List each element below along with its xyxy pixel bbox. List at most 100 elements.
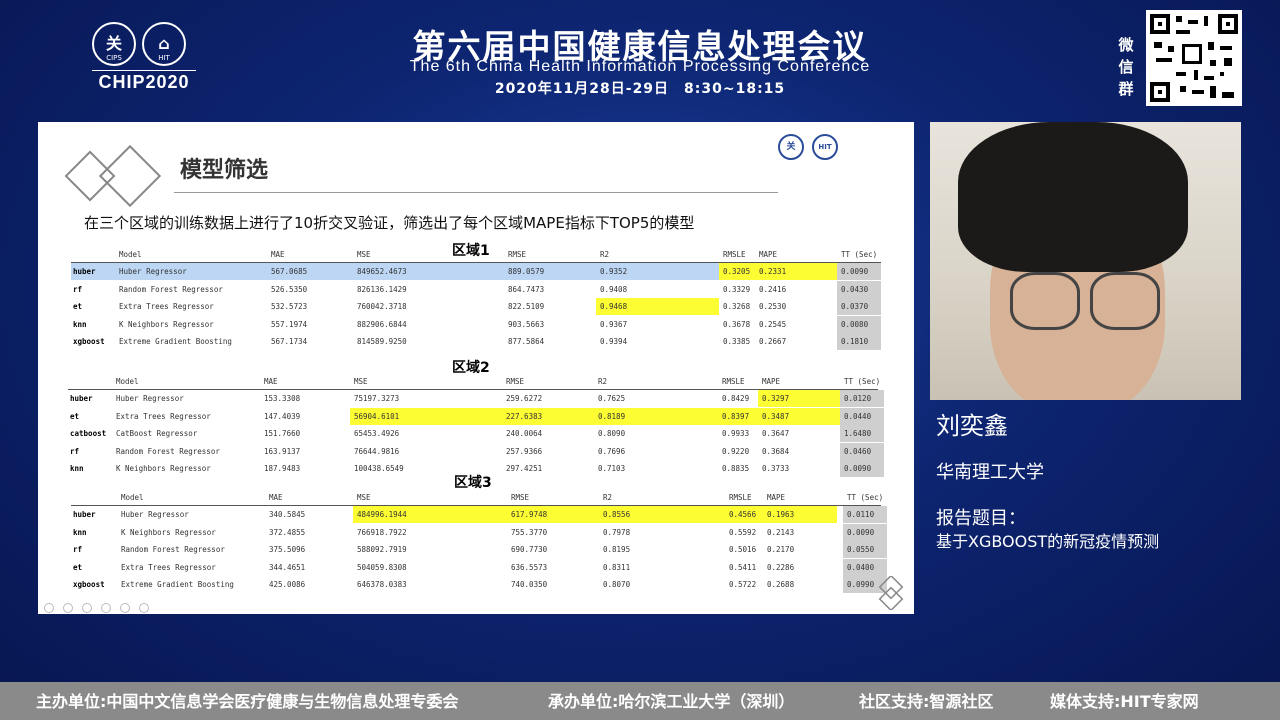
table-cell: 75197.3273 bbox=[354, 394, 400, 403]
table-cell: 0.3733 bbox=[762, 464, 790, 473]
table-row: rf Random Forest Regressor 526.5350 826136.… bbox=[71, 280, 881, 298]
table-cell: 889.0579 bbox=[508, 267, 545, 276]
table-cell: 877.5864 bbox=[508, 337, 545, 346]
table-cell: 0.8397 bbox=[722, 411, 750, 421]
table-cell: 822.5109 bbox=[508, 302, 545, 311]
speaker-hair bbox=[958, 122, 1188, 272]
table-cell: 766918.7922 bbox=[357, 527, 407, 537]
table-cell: 0.9367 bbox=[600, 319, 628, 329]
next-icon[interactable] bbox=[63, 603, 74, 613]
column-header: Model bbox=[116, 377, 139, 386]
table-cell: Huber Regressor bbox=[121, 510, 189, 519]
table-cell: 0.0090 bbox=[841, 267, 869, 276]
glasses-icon bbox=[1090, 272, 1160, 330]
table-cell: 297.4251 bbox=[506, 464, 543, 473]
row-index: xgboost bbox=[73, 337, 105, 346]
column-header: RMSLE bbox=[722, 377, 745, 386]
column-header: R2 bbox=[600, 250, 610, 259]
table-cell: 100438.6549 bbox=[354, 464, 404, 473]
table-cell: 814589.9250 bbox=[357, 337, 407, 346]
table-cell: Extreme Gradient Boosting bbox=[119, 337, 232, 346]
logo-divider bbox=[92, 70, 196, 71]
column-header: R2 bbox=[598, 377, 608, 386]
table-cell: 259.6272 bbox=[506, 394, 543, 403]
chip-logo-text: CHIP2020 bbox=[98, 72, 190, 92]
speaker-name: 刘奕鑫 bbox=[936, 412, 1008, 440]
glasses-icon bbox=[1010, 272, 1080, 330]
title-divider bbox=[174, 192, 778, 193]
table-cell: 760042.3718 bbox=[357, 302, 407, 311]
row-index: et bbox=[70, 411, 80, 421]
speaker-video bbox=[930, 122, 1241, 400]
table-cell: 826136.1429 bbox=[357, 284, 407, 294]
table-cell: 240.0064 bbox=[506, 429, 543, 438]
table-row: rf Random Forest Regressor 375.5096 588092.… bbox=[71, 541, 887, 558]
table-cell: 755.3770 bbox=[511, 527, 548, 537]
table-cell: 0.2545 bbox=[759, 319, 787, 329]
zoom-icon[interactable] bbox=[120, 603, 131, 613]
table-row: et Extra Trees Regressor 344.4651 504059.83… bbox=[71, 558, 887, 576]
table-cell: 0.9352 bbox=[600, 267, 628, 276]
table-cell: Extra Trees Regressor bbox=[119, 302, 214, 311]
table-cell: 0.2286 bbox=[767, 562, 795, 572]
chip-logo: 关 CIPS ⌂ HIT CHIP2020 bbox=[88, 22, 200, 94]
table-cell: 636.5573 bbox=[511, 562, 548, 572]
corner-decoration-icon bbox=[878, 576, 904, 610]
table-cell: 0.1963 bbox=[767, 510, 795, 519]
table-cell: 0.8311 bbox=[603, 562, 631, 572]
table-cell: 375.5096 bbox=[269, 545, 306, 554]
table-cell: 0.0430 bbox=[841, 284, 869, 294]
table-cell: 0.5722 bbox=[729, 580, 757, 589]
organizer-text: 主办单位:中国中文信息学会医疗健康与生物信息处理专委会 bbox=[36, 692, 459, 711]
table-cell: 0.3329 bbox=[723, 284, 751, 294]
table-cell: 504059.8308 bbox=[357, 562, 407, 572]
table-cell: 0.2688 bbox=[767, 580, 795, 589]
more-options-icon[interactable] bbox=[139, 603, 150, 613]
table-cell: 0.8070 bbox=[603, 580, 631, 589]
row-index: rf bbox=[70, 446, 80, 456]
row-index: xgboost bbox=[73, 580, 105, 589]
wechat-group-label: 微信群 bbox=[1118, 36, 1134, 98]
column-header: MSE bbox=[357, 493, 371, 502]
table-row: et Extra Trees Regressor 532.5723 760042.37… bbox=[71, 298, 881, 315]
column-header: MAE bbox=[264, 377, 278, 386]
table-row: rf Random Forest Regressor 163.9137 76644.9… bbox=[68, 442, 884, 460]
region-label: 区域3 bbox=[454, 475, 492, 491]
table-cell: 0.8556 bbox=[603, 510, 631, 519]
table-row: huber Huber Regressor 340.5845 484996.1944 6… bbox=[71, 506, 887, 523]
previous-icon[interactable] bbox=[44, 603, 54, 613]
table-cell: 0.8835 bbox=[722, 464, 750, 473]
column-header: MAPE bbox=[767, 493, 786, 502]
region-label: 区域2 bbox=[452, 360, 490, 376]
qr-code-icon bbox=[1146, 10, 1242, 106]
table-cell: 0.0090 bbox=[847, 527, 875, 537]
table-cell: 484996.1944 bbox=[357, 510, 407, 519]
table-cell: 0.2143 bbox=[767, 527, 795, 537]
table-cell: 557.1974 bbox=[271, 319, 308, 329]
slides-icon[interactable] bbox=[101, 603, 112, 613]
table-cell: 1.6480 bbox=[844, 429, 872, 438]
column-header: MAPE bbox=[762, 377, 781, 386]
table-cell: 0.3385 bbox=[723, 337, 751, 346]
table-cell: 0.7103 bbox=[598, 464, 626, 473]
column-header: R2 bbox=[603, 493, 613, 502]
table-cell: 0.8429 bbox=[722, 394, 750, 403]
table-cell: 425.0086 bbox=[269, 580, 306, 589]
table-cell: 646378.0383 bbox=[357, 580, 407, 589]
column-header: Model bbox=[119, 250, 142, 259]
table-cell: 0.3487 bbox=[762, 411, 790, 421]
pen-icon[interactable] bbox=[82, 603, 93, 613]
table-cell: 849652.4673 bbox=[357, 267, 407, 276]
hit-logo-icon: HIT bbox=[812, 134, 838, 160]
slide-toolbar bbox=[44, 598, 153, 613]
table-row: xgboost Extreme Gradient Boosting 425.0086… bbox=[71, 576, 887, 593]
conference-subtitle: The 6th China Health Information Process… bbox=[409, 58, 871, 75]
table-cell: 0.9933 bbox=[722, 429, 750, 438]
hit-logo-icon: ⌂ HIT bbox=[142, 22, 186, 66]
table-cell: 0.0120 bbox=[844, 394, 872, 403]
table-cell: 0.0440 bbox=[844, 411, 872, 421]
table-cell: 526.5350 bbox=[271, 284, 308, 294]
column-header: TT (Sec) bbox=[847, 493, 884, 502]
slide-description: 在三个区域的训练数据上进行了10折交叉验证，筛选出了每个区域MAPE指标下TOP… bbox=[84, 214, 695, 232]
table-cell: Random Forest Regressor bbox=[119, 284, 223, 294]
